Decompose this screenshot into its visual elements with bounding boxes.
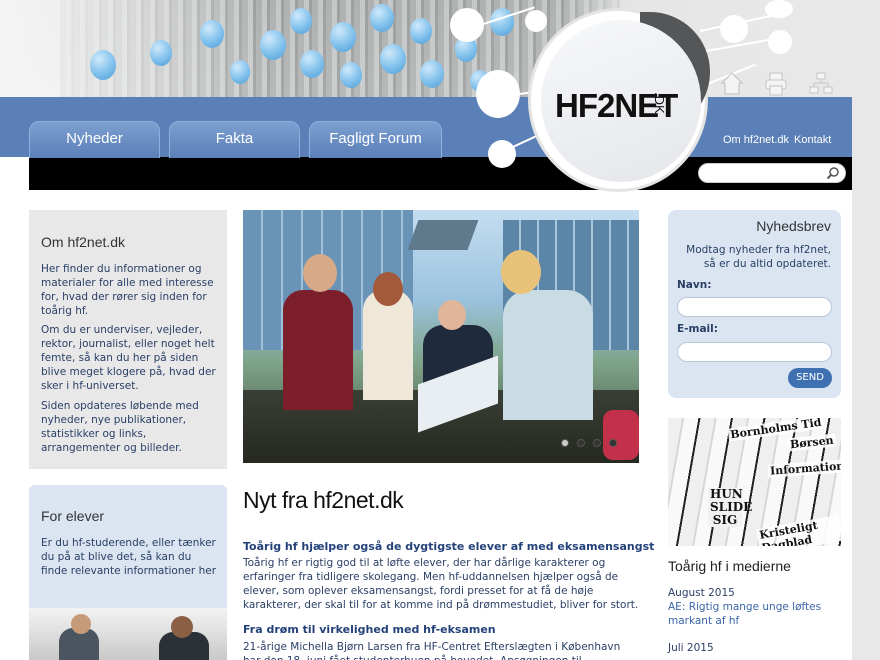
link-om-hf2net[interactable]: Om hf2net.dk [723,134,789,146]
balloon-decoration [150,40,172,66]
students-text: Er du hf-studerende, eller tænker du på … [41,537,217,577]
student-shoe [603,410,639,460]
newsletter-description: Modtag nyheder fra hf2net, så er du alti… [686,244,831,270]
page: HF2NET .DK Nyheder Fakta Fagligt Forum O… [0,0,880,660]
send-button[interactable]: SEND [788,368,832,388]
balloon-decoration [380,44,406,74]
balloon-decoration [230,60,250,84]
media-date: Juli 2015 [668,642,714,654]
article-heading[interactable]: Fra drøm til virkelighed med hf-eksamen [243,623,496,636]
banner-fade-left [0,0,260,100]
bubble-decoration [488,140,516,168]
about-paragraph: Siden opdateres løbende med nyheder, nye… [41,400,199,454]
media-link[interactable]: AE: Rigtig mange unge løftes markant af … [668,600,843,628]
media-section-title: Toårig hf i medierne [668,558,791,574]
balloon-decoration [90,50,116,80]
solar-panel [407,220,479,250]
balloon-decoration [370,4,394,32]
tab-fakta[interactable]: Fakta [169,121,300,158]
balloon-decoration [490,8,514,36]
carousel-dot[interactable] [577,439,585,447]
article-heading[interactable]: Toårig hf hjælper også de dygtigste elev… [243,540,654,553]
name-field[interactable] [677,297,832,317]
bubble-decoration [720,15,748,43]
email-label: E-mail: [677,323,718,335]
carousel-dot[interactable] [561,439,569,447]
balloon-decoration [340,62,362,88]
newspaper-masthead: Børsen [787,433,837,452]
student-figure [283,290,353,410]
site-logo-suffix: .DK [652,92,667,114]
bubble-decoration [525,10,547,32]
about-paragraph: Her finder du informationer og materiale… [41,263,214,317]
header-banner [0,0,880,100]
balloon-decoration [200,20,224,48]
about-box: Om hf2net.dk Her finder du informationer… [29,210,227,469]
balloon-decoration [300,50,324,78]
student-head [438,300,466,330]
balloon-decoration [330,22,356,52]
newspaper-headline: HUN SLIDE SIG [708,487,753,527]
print-icon[interactable] [763,70,789,98]
newspaper-masthead: Kristeligt Dagblad [756,514,841,546]
right-margin [852,0,880,660]
sitemap-icon[interactable] [808,70,834,98]
bubble-decoration [450,8,484,42]
student-figure [363,290,413,400]
article-body: Toårig hf er rigtig god til at løfte ele… [243,557,639,611]
about-title: Om hf2net.dk [41,234,126,250]
news-section-title: Nyt fra hf2net.dk [243,487,404,513]
carousel-dot[interactable] [593,439,601,447]
about-paragraph: Om du er underviser, vejleder, rektor, j… [41,324,216,392]
hero-carousel[interactable] [243,210,639,463]
student-head [501,250,541,294]
student-figure [503,290,593,420]
students-photo [29,608,227,660]
bubble-decoration [768,30,792,54]
link-kontakt[interactable]: Kontakt [794,134,831,146]
newspaper-masthead: Information [767,459,841,478]
student-head [303,254,337,292]
article-body: 21-årige Michella Bjørn Larsen fra HF-Ce… [243,641,621,660]
newsletter-title: Nyhedsbrev [756,218,831,234]
home-icon[interactable] [719,70,745,98]
search-input[interactable] [698,163,846,183]
email-field[interactable] [677,342,832,362]
name-label: Navn: [677,279,712,291]
newsletter-box: Nyhedsbrev Modtag nyheder fra hf2net, så… [668,210,841,398]
students-box: For elever Er du hf-studerende, eller tæ… [29,485,227,660]
carousel-dot[interactable] [609,439,617,447]
tab-fagligt-forum[interactable]: Fagligt Forum [309,121,442,158]
media-date: August 2015 [668,587,735,599]
search-icon[interactable] [826,166,840,180]
bubble-decoration [765,0,793,18]
balloon-decoration [420,60,444,88]
balloon-decoration [410,18,432,44]
students-title: For elever [41,508,105,524]
student-head [373,272,403,306]
newspapers-image: Bornholms Tid Børsen Information HUN SLI… [668,418,841,546]
balloon-decoration [260,30,286,60]
balloon-decoration [290,8,312,34]
bubble-decoration [476,70,520,118]
tab-nyheder[interactable]: Nyheder [29,121,160,158]
